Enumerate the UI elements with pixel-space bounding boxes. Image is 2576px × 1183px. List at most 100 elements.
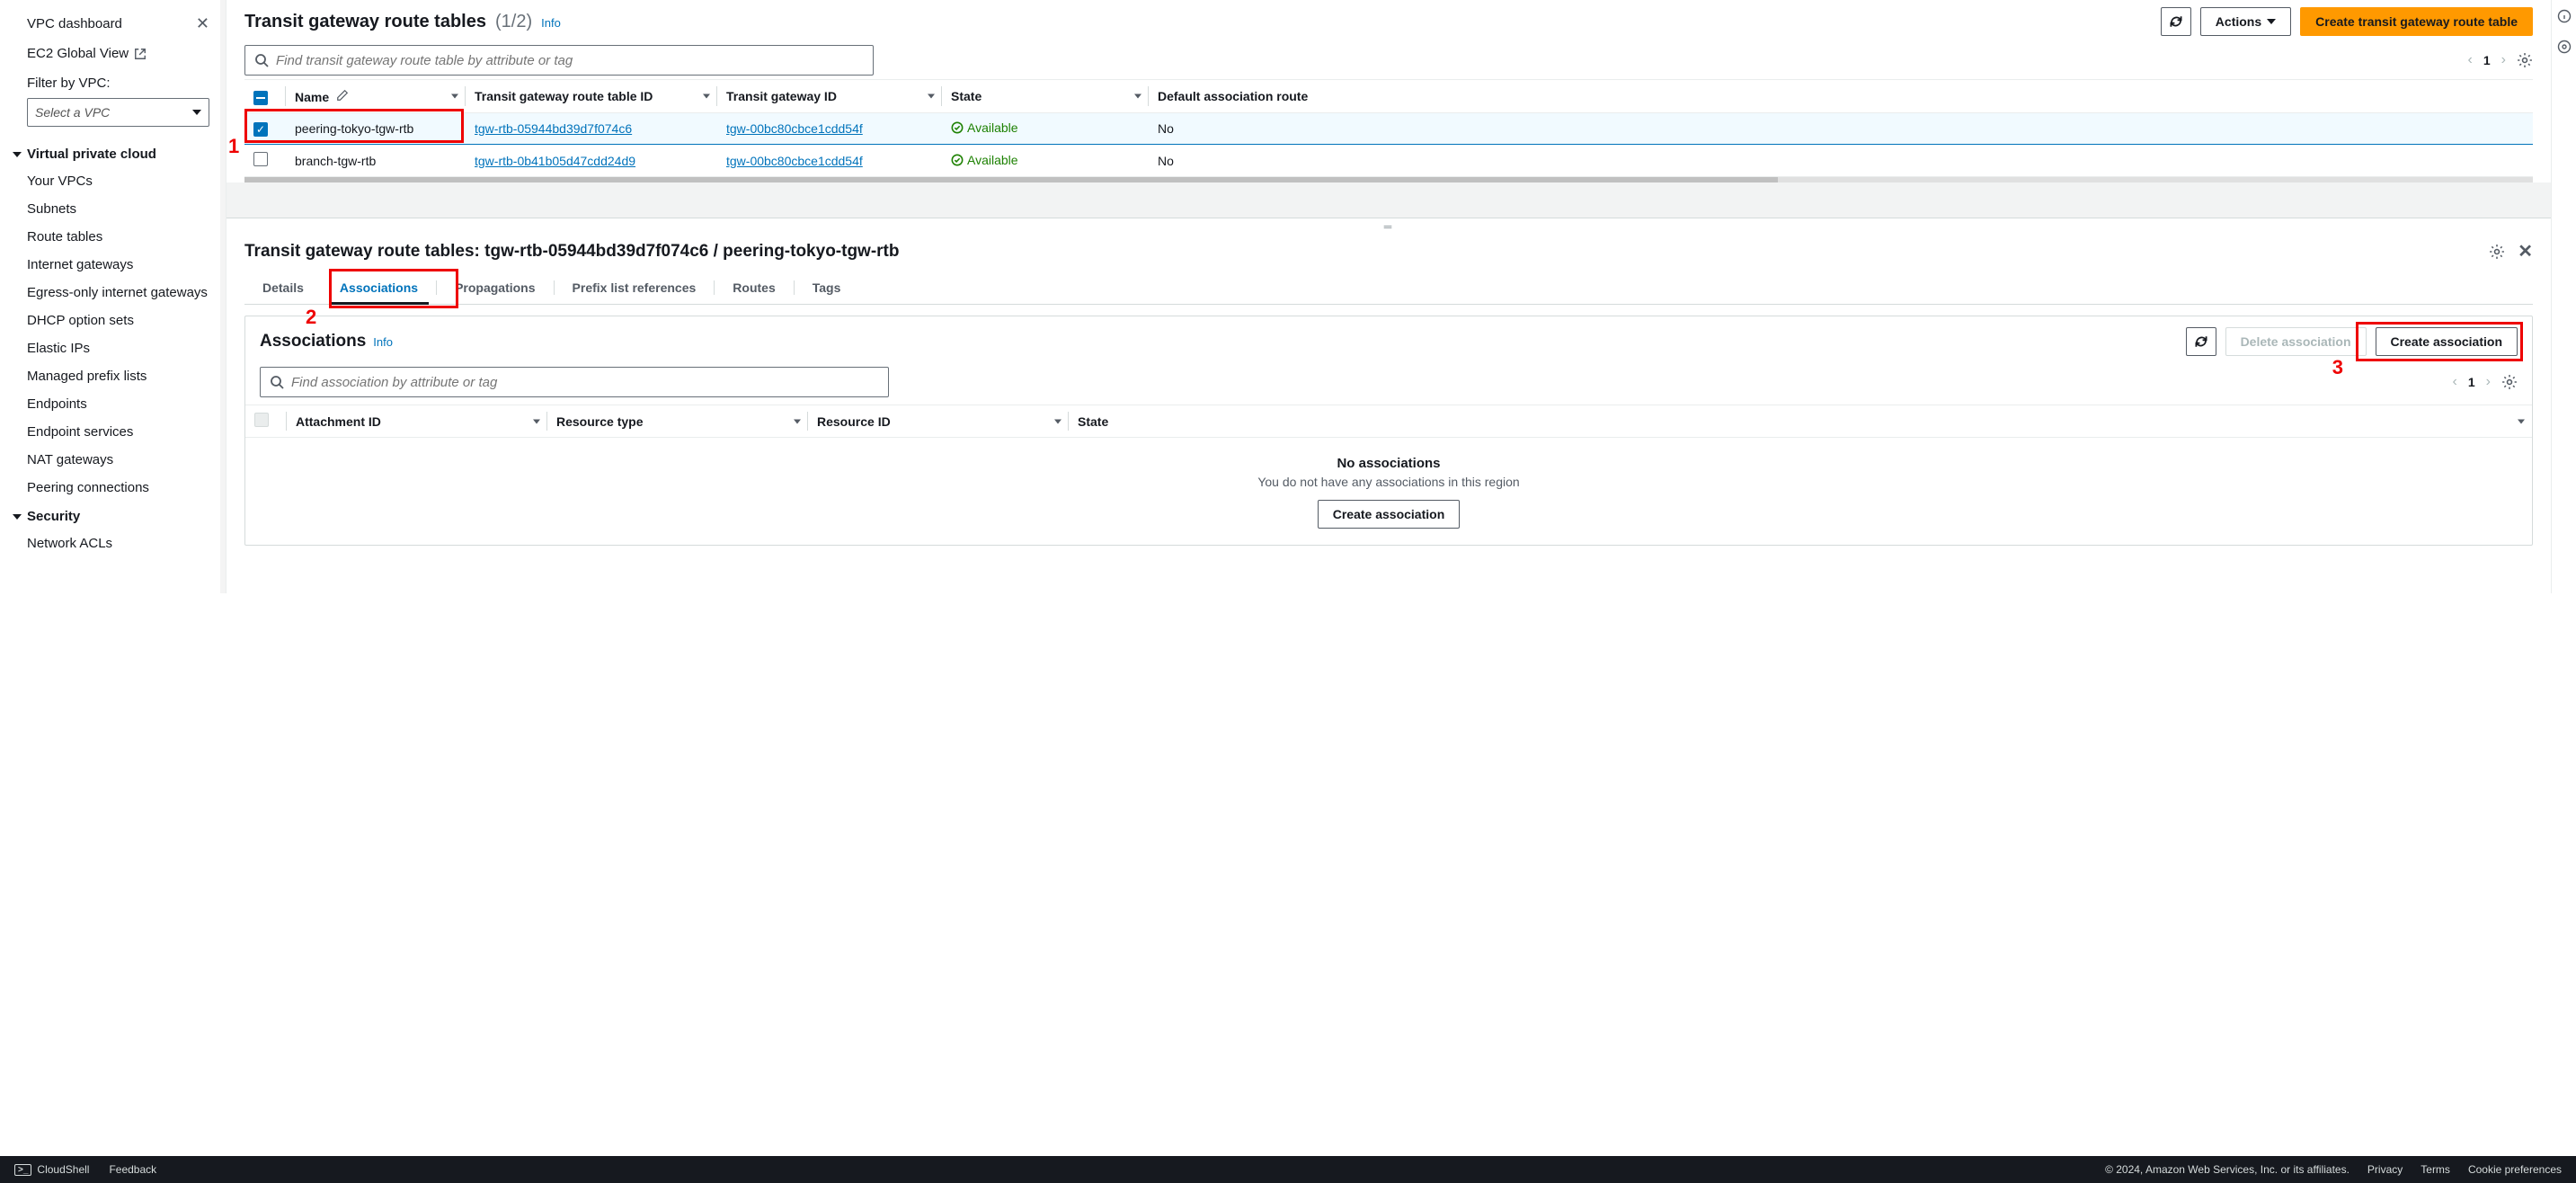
create-association-button[interactable]: Create association <box>2376 327 2518 356</box>
gear-icon[interactable] <box>2489 244 2505 260</box>
caret-down-icon <box>13 514 22 520</box>
assoc-select-all-checkbox <box>254 413 269 427</box>
right-help-rail <box>2551 0 2576 593</box>
refresh-assoc-button[interactable] <box>2186 327 2216 356</box>
col-resource-id[interactable]: Resource ID <box>817 414 891 429</box>
sidebar-item-dhcp-option-sets[interactable]: DHCP option sets <box>0 307 226 334</box>
sidebar-item-network-acls[interactable]: Network ACLs <box>0 529 226 557</box>
gear-icon[interactable] <box>2517 52 2533 68</box>
sidebar-item-route-tables[interactable]: Route tables <box>0 223 226 251</box>
sidebar-item-your-vpcs[interactable]: Your VPCs <box>0 167 226 195</box>
info-link[interactable]: Info <box>373 335 393 349</box>
assoc-page-next[interactable]: › <box>2486 374 2491 390</box>
sort-icon[interactable] <box>928 94 935 99</box>
sort-icon[interactable] <box>533 419 540 423</box>
settings-rail-icon[interactable] <box>2557 40 2572 54</box>
page-title-count: (1/2) <box>495 12 532 32</box>
resize-handle[interactable]: ═ <box>227 218 2551 235</box>
gear-icon[interactable] <box>2501 374 2518 390</box>
page-next[interactable]: › <box>2501 52 2506 68</box>
tab-details[interactable]: Details <box>244 271 322 304</box>
sort-icon[interactable] <box>703 94 710 99</box>
feedback-link[interactable]: Feedback <box>109 1163 156 1176</box>
search-box[interactable] <box>244 45 874 76</box>
sidebar-group-security[interactable]: Security <box>0 502 226 529</box>
status-badge: Available <box>951 153 1018 167</box>
cloudshell-icon: >_ <box>14 1164 31 1176</box>
chevron-down-icon <box>192 110 201 115</box>
tab-associations[interactable]: Associations <box>322 271 436 304</box>
sidebar-ec2-global-link[interactable]: EC2 Global View <box>0 40 226 67</box>
delete-association-button: Delete association <box>2225 327 2367 356</box>
tab-prefix-list-references[interactable]: Prefix list references <box>555 271 715 304</box>
assoc-page-prev[interactable]: ‹ <box>2453 374 2457 390</box>
col-rtb-id[interactable]: Transit gateway route table ID <box>475 89 653 103</box>
sidebar-item-nat-gateways[interactable]: NAT gateways <box>0 446 226 474</box>
table-row[interactable]: branch-tgw-rtb tgw-rtb-0b41b05d47cdd24d9… <box>244 145 2533 177</box>
cloudshell-button[interactable]: >_ CloudShell <box>14 1163 89 1176</box>
actions-button-label: Actions <box>2216 14 2261 29</box>
col-name[interactable]: Name <box>295 90 329 104</box>
tab-routes[interactable]: Routes <box>715 271 793 304</box>
main-content: Transit gateway route tables (1/2) Info … <box>227 0 2551 593</box>
rtb-id-link[interactable]: tgw-rtb-05944bd39d7f074c6 <box>475 121 632 136</box>
vpc-filter-select[interactable]: Select a VPC <box>27 98 209 127</box>
sort-icon[interactable] <box>451 94 458 99</box>
sort-icon[interactable] <box>1134 94 1141 99</box>
close-detail-button[interactable]: ✕ <box>2518 240 2533 262</box>
sidebar-item-egress-gateways[interactable]: Egress-only internet gateways <box>0 279 226 307</box>
sort-icon[interactable] <box>1054 419 1061 423</box>
assoc-page-number: 1 <box>2468 375 2475 389</box>
row-checkbox[interactable] <box>253 152 268 166</box>
empty-create-association-button[interactable]: Create association <box>1318 500 1461 529</box>
tab-tags[interactable]: Tags <box>795 271 859 304</box>
copyright: © 2024, Amazon Web Services, Inc. or its… <box>2105 1163 2349 1176</box>
col-assoc-state[interactable]: State <box>1078 414 1108 429</box>
annotation-label-1: 1 <box>228 135 239 158</box>
sidebar-dashboard-link[interactable]: VPC dashboard <box>27 16 122 31</box>
table-row[interactable]: ✓ peering-tokyo-tgw-rtb tgw-rtb-05944bd3… <box>244 113 2533 145</box>
actions-button[interactable]: Actions <box>2200 7 2291 36</box>
sort-icon[interactable] <box>794 419 801 423</box>
col-resource-type[interactable]: Resource type <box>556 414 643 429</box>
col-tgw-id[interactable]: Transit gateway ID <box>726 89 837 103</box>
sidebar-item-peering-connections[interactable]: Peering connections <box>0 474 226 502</box>
terms-link[interactable]: Terms <box>2421 1163 2450 1176</box>
sidebar-item-endpoint-services[interactable]: Endpoint services <box>0 418 226 446</box>
info-icon[interactable] <box>2557 9 2572 23</box>
assoc-search-input[interactable] <box>291 375 879 390</box>
sidebar-close-icon[interactable]: ✕ <box>196 14 209 33</box>
privacy-link[interactable]: Privacy <box>2367 1163 2403 1176</box>
detail-tabs: Details Associations Propagations Prefix… <box>244 271 2533 305</box>
sidebar-item-managed-prefix-lists[interactable]: Managed prefix lists <box>0 362 226 390</box>
page-prev[interactable]: ‹ <box>2468 52 2473 68</box>
refresh-button[interactable] <box>2161 7 2191 36</box>
chevron-down-icon <box>2267 19 2276 24</box>
col-default-assoc[interactable]: Default association route <box>1158 89 1308 103</box>
tgw-id-link[interactable]: tgw-00bc80cbce1cdd54f <box>726 121 863 136</box>
sidebar-item-endpoints[interactable]: Endpoints <box>0 390 226 418</box>
rtb-id-link[interactable]: tgw-rtb-0b41b05d47cdd24d9 <box>475 154 635 168</box>
cookie-prefs-link[interactable]: Cookie preferences <box>2468 1163 2562 1176</box>
sidebar-item-internet-gateways[interactable]: Internet gateways <box>0 251 226 279</box>
page-number: 1 <box>2483 53 2491 67</box>
create-route-table-button[interactable]: Create transit gateway route table <box>2300 7 2533 36</box>
sort-icon[interactable] <box>2518 419 2525 423</box>
sidebar-item-subnets[interactable]: Subnets <box>0 195 226 223</box>
sidebar-group-vpc[interactable]: Virtual private cloud <box>0 139 226 167</box>
assoc-search-box[interactable] <box>260 367 889 397</box>
tab-propagations[interactable]: Propagations <box>437 271 553 304</box>
tgw-id-link[interactable]: tgw-00bc80cbce1cdd54f <box>726 154 863 168</box>
col-state[interactable]: State <box>951 89 982 103</box>
select-all-checkbox[interactable] <box>253 91 268 105</box>
vpc-filter-placeholder: Select a VPC <box>35 105 110 120</box>
row-checkbox[interactable]: ✓ <box>253 122 268 137</box>
sidebar-group-vpc-label: Virtual private cloud <box>27 147 156 162</box>
sidebar-item-elastic-ips[interactable]: Elastic IPs <box>0 334 226 362</box>
col-attachment-id[interactable]: Attachment ID <box>296 414 381 429</box>
row-name: peering-tokyo-tgw-rtb <box>295 121 413 136</box>
check-circle-icon <box>951 121 964 134</box>
search-input[interactable] <box>276 53 864 68</box>
sidebar-scrollbar[interactable] <box>220 0 226 593</box>
info-link[interactable]: Info <box>541 16 561 30</box>
